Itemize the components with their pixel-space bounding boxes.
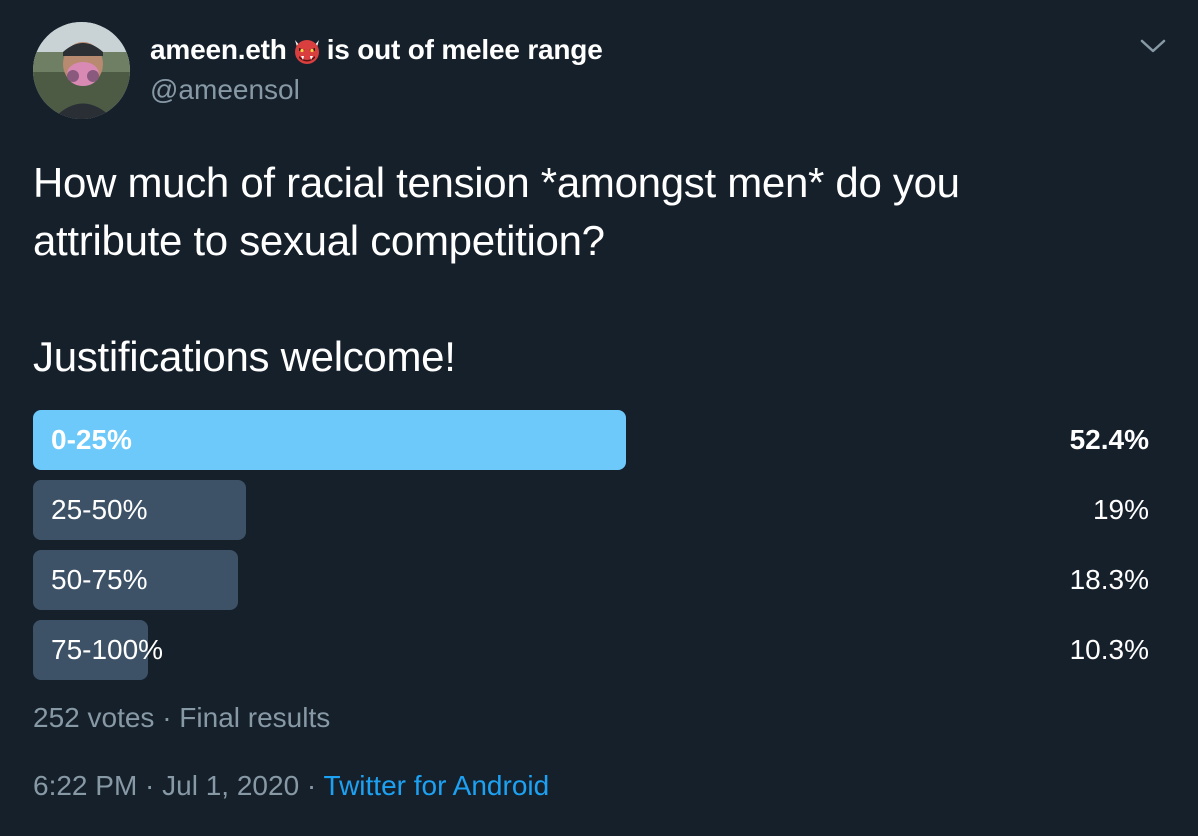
avatar-photo — [33, 22, 130, 119]
ogre-emoji-icon — [291, 34, 323, 66]
display-name: ameen.eth — [150, 34, 287, 65]
poll-option-label: 25-50% — [51, 494, 148, 525]
tweet-source-link[interactable]: Twitter for Android — [324, 770, 550, 801]
poll-option-percent: 19% — [1092, 494, 1149, 525]
poll-option: 0-25% 52.4% — [33, 410, 1149, 470]
display-name-suffix: is out of melee range — [326, 34, 603, 65]
tweet-text-line: How much of racial tension *amongst men*… — [33, 159, 960, 206]
poll-option-percent: 18.3% — [1069, 564, 1149, 595]
poll-option: 75-100% 10.3% — [33, 620, 1149, 680]
poll-option: 50-75% 18.3% — [33, 550, 1149, 610]
avatar[interactable] — [33, 22, 130, 119]
poll-option-label: 0-25% — [51, 424, 132, 455]
poll-results-summary: 252 votes · Final results — [33, 702, 331, 733]
author-handle[interactable]: @ameensol — [150, 74, 300, 106]
poll-option-label: 50-75% — [51, 564, 148, 595]
poll: 0-25% 52.4% 25-50% 19% 50-75% 18.3% 75-1… — [33, 410, 1149, 690]
poll-option-label: 75-100% — [51, 634, 164, 665]
poll-option-percent: 10.3% — [1069, 634, 1149, 665]
tweet-text-line: attribute to sexual competition? — [33, 217, 605, 264]
author-name[interactable]: ameen.eth is out of melee range — [150, 34, 603, 66]
poll-option: 25-50% 19% — [33, 480, 1149, 540]
tweet-card: ameen.eth is out of melee range @ameenso… — [0, 0, 1198, 836]
tweet-time[interactable]: 6:22 PM · Jul 1, 2020 · — [33, 770, 324, 801]
tweet-text-line: Justifications welcome! — [33, 333, 456, 380]
tweet-timestamp: 6:22 PM · Jul 1, 2020 · Twitter for Andr… — [33, 770, 549, 802]
chevron-down-icon[interactable] — [1140, 36, 1166, 56]
poll-option-percent: 52.4% — [1069, 424, 1149, 455]
tweet-text: How much of racial tension *amongst men*… — [33, 154, 1153, 386]
